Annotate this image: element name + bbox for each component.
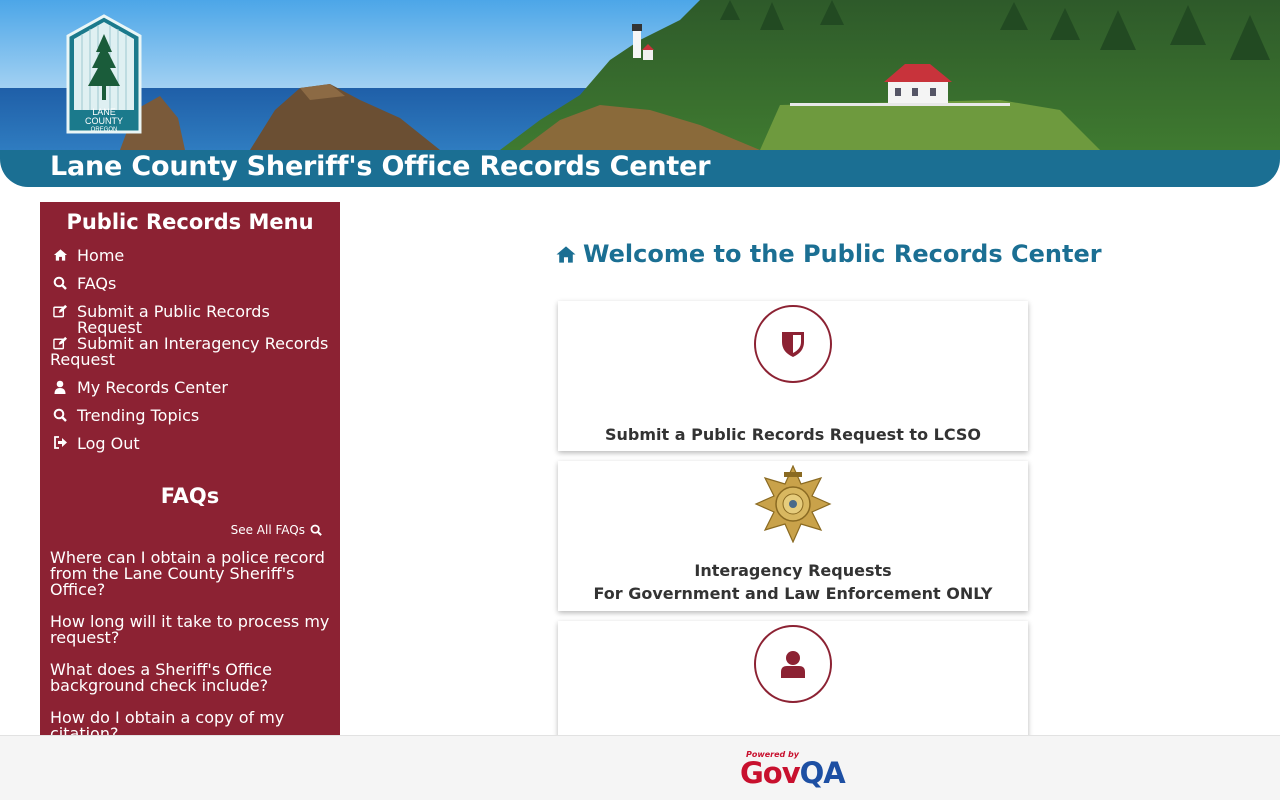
sign-out-icon xyxy=(50,436,70,449)
see-all-faqs-link[interactable]: See All FAQs xyxy=(40,522,340,538)
submit-public-records-card[interactable]: Submit a Public Records Request to LCSO xyxy=(558,301,1028,451)
header-banner: LANE COUNTY OREGON Lane County Sheriff's… xyxy=(0,0,1280,188)
menu-item-faqs[interactable]: FAQs xyxy=(40,276,340,304)
user-icon xyxy=(781,651,805,678)
menu-item-my-records-center[interactable]: My Records Center xyxy=(40,380,340,408)
public-records-menu: Home FAQs Submit a Public Records Reques… xyxy=(40,248,340,464)
menu-item-log-out[interactable]: Log Out xyxy=(40,436,340,464)
faq-link[interactable]: What does a Sheriff's Office background … xyxy=(50,662,330,694)
menu-item-submit-interagency-request[interactable]: Submit an Interagency Records Request xyxy=(40,336,340,380)
my-records-center-card[interactable] xyxy=(558,621,1028,741)
search-icon xyxy=(50,408,70,422)
menu-item-label: Log Out xyxy=(77,434,140,453)
home-icon xyxy=(556,245,576,263)
footer: Powered by GovQA xyxy=(0,735,1280,800)
welcome-heading: Welcome to the Public Records Center xyxy=(555,240,1102,268)
menu-item-label: My Records Center xyxy=(77,378,228,397)
edit-icon xyxy=(50,304,70,318)
edit-icon xyxy=(50,336,70,350)
menu-item-label: Submit an Interagency Records Request xyxy=(50,334,329,369)
brand-qa: QA xyxy=(799,756,846,790)
coastal-lighthouse-photo xyxy=(0,0,1280,150)
menu-item-label: Home xyxy=(77,246,125,265)
search-icon xyxy=(310,524,322,536)
search-icon xyxy=(50,276,70,290)
faq-link[interactable]: How do I obtain a copy of my citation? xyxy=(50,710,330,737)
home-icon xyxy=(50,248,70,262)
card-label-line2: For Government and Law Enforcement ONLY xyxy=(593,584,993,603)
menu-item-label: Submit a Public Records Request xyxy=(77,302,270,337)
menu-title: Public Records Menu xyxy=(66,210,314,234)
card-label-line1: Interagency Requests xyxy=(694,561,892,580)
menu-item-submit-public-request[interactable]: Submit a Public Records Request xyxy=(40,304,340,336)
menu-item-trending-topics[interactable]: Trending Topics xyxy=(40,408,340,436)
faq-list: Where can I obtain a police record from … xyxy=(40,550,340,737)
card-icon-circle xyxy=(754,625,832,703)
public-records-sidebar: Public Records Menu Home FAQs Submit a P… xyxy=(40,202,340,736)
menu-item-home[interactable]: Home xyxy=(40,248,340,276)
welcome-title: Welcome to the Public Records Center xyxy=(583,240,1102,268)
interagency-requests-card[interactable]: Interagency Requests For Government and … xyxy=(558,461,1028,611)
faq-link[interactable]: Where can I obtain a police record from … xyxy=(50,550,330,598)
lane-county-logo[interactable]: LANE COUNTY OREGON xyxy=(64,14,144,136)
user-icon xyxy=(50,380,70,394)
faqs-title: FAQs xyxy=(160,484,220,508)
card-label: Interagency Requests For Government and … xyxy=(558,559,1028,605)
card-icon-circle xyxy=(754,305,832,383)
card-label: Submit a Public Records Request to LCSO xyxy=(605,425,981,444)
site-title: Lane County Sheriff's Office Records Cen… xyxy=(50,151,711,182)
menu-item-label: FAQs xyxy=(77,274,117,293)
shield-icon xyxy=(782,332,804,357)
svg-text:OREGON: OREGON xyxy=(91,127,118,133)
govqa-wordmark: GovQA xyxy=(740,756,846,790)
menu-item-label: Trending Topics xyxy=(77,406,200,425)
sheriff-badge-icon xyxy=(754,465,832,543)
see-all-faqs-label: See All FAQs xyxy=(230,523,305,537)
svg-text:COUNTY: COUNTY xyxy=(85,116,123,126)
brand-gov: Gov xyxy=(740,756,801,790)
govqa-logo[interactable]: Powered by GovQA xyxy=(738,750,846,790)
faq-link[interactable]: How long will it take to process my requ… xyxy=(50,614,330,646)
